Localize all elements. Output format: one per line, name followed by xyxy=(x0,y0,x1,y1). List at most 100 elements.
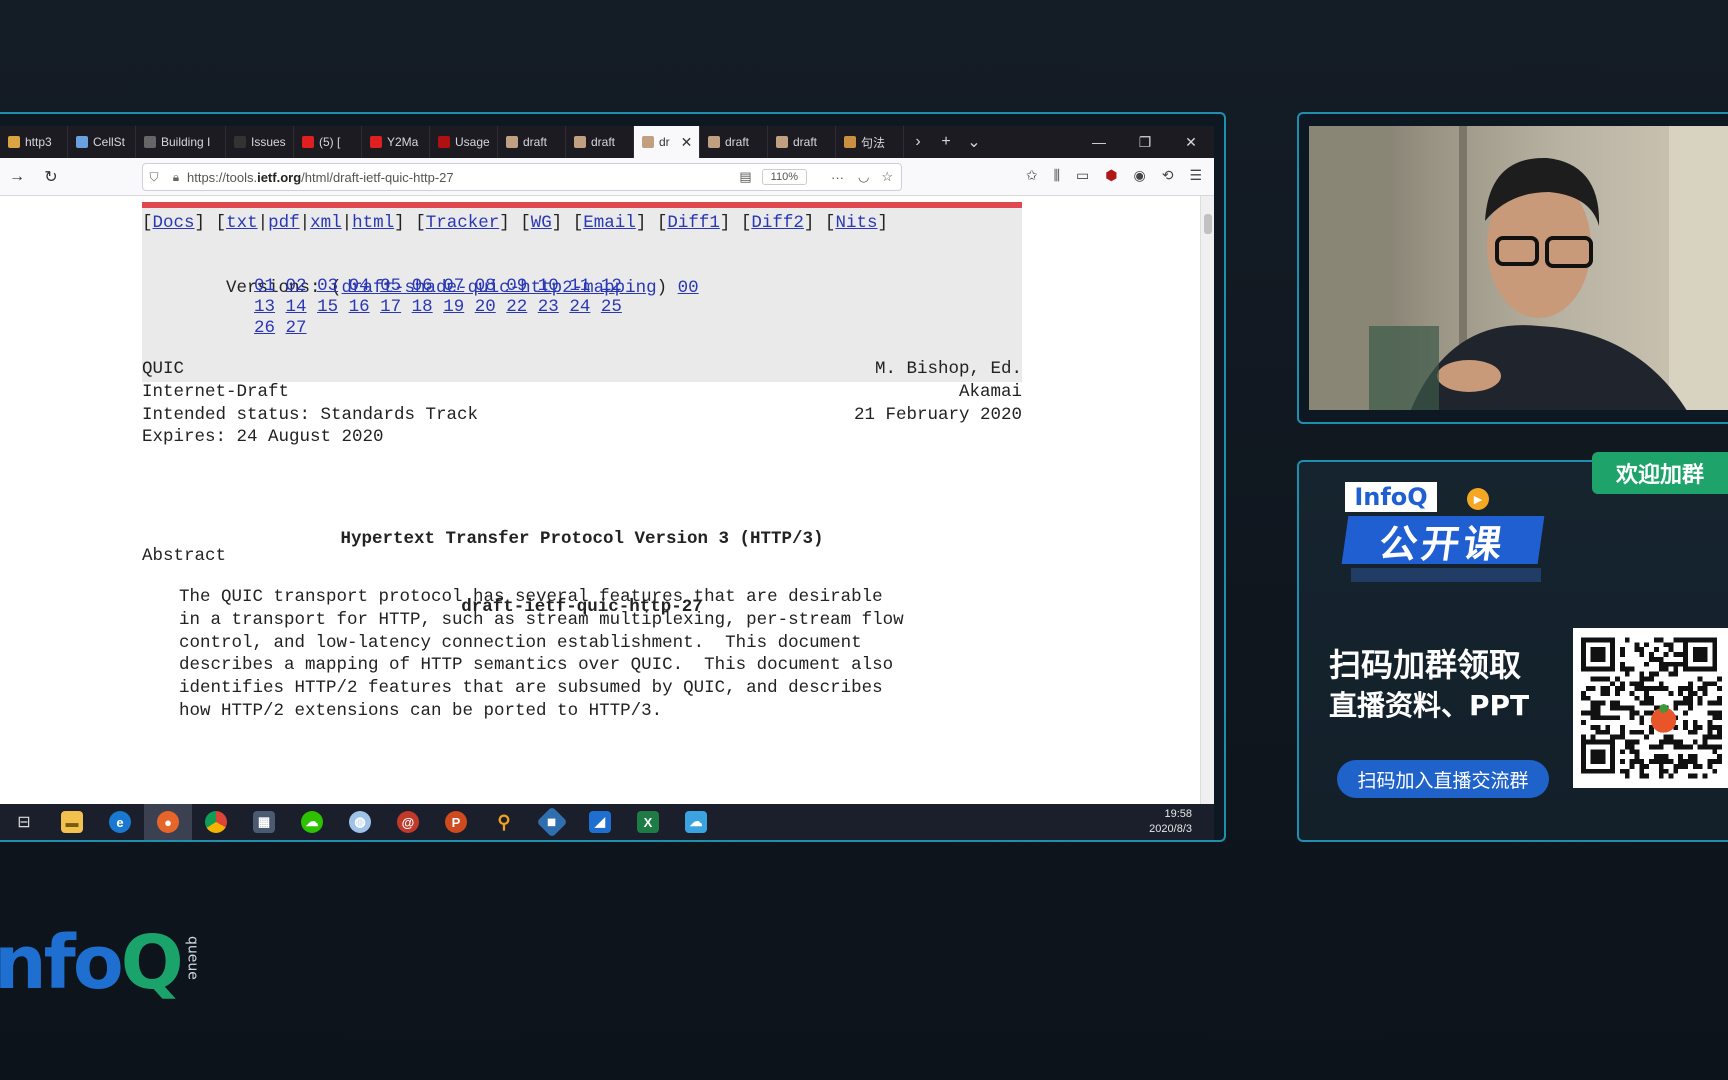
extension-icon[interactable]: ⟲ xyxy=(1162,167,1174,184)
version-link[interactable]: 01 xyxy=(254,276,275,296)
address-bar[interactable]: ⛉ 🔒︎ https://tools.ietf.org/html/draft-i… xyxy=(142,163,902,191)
search-app-icon[interactable]: ⚲ xyxy=(480,804,528,840)
wechat-icon[interactable]: ☁ xyxy=(288,804,336,840)
version-link[interactable]: 02 xyxy=(286,276,307,296)
browser-tab[interactable]: CellSt xyxy=(68,126,136,158)
browser-tab[interactable]: http3 xyxy=(0,126,68,158)
promo-line-2: 直播资料、PPT xyxy=(1329,689,1530,722)
doc-link-diff1[interactable]: Diff1 xyxy=(667,213,720,233)
shield-icon[interactable]: ⛉ xyxy=(143,170,165,185)
minimize-button[interactable]: — xyxy=(1076,126,1122,158)
version-link[interactable]: 17 xyxy=(380,297,401,317)
browser-tab[interactable]: (5) [ xyxy=(294,126,362,158)
tab-close-icon[interactable]: ✕ xyxy=(681,134,693,151)
version-link[interactable]: 14 xyxy=(286,297,307,317)
chrome-icon[interactable] xyxy=(192,804,240,840)
version-link[interactable]: 22 xyxy=(506,297,527,317)
version-link[interactable]: 11 xyxy=(569,276,590,296)
doc-link-docs[interactable]: Docs xyxy=(153,213,195,233)
abstract-line: in a transport for HTTP, such as stream … xyxy=(179,609,904,630)
promo-panel: 欢迎加群 InfoQ ▶ 公开课 扫码加群领取 直播资料、PPT 扫码加入直播交… xyxy=(1297,452,1728,842)
forward-button[interactable]: → xyxy=(0,168,34,186)
version-link[interactable]: 10 xyxy=(538,276,559,296)
account-icon[interactable]: ◉ xyxy=(1133,167,1145,184)
firefox-icon[interactable]: ● xyxy=(144,804,192,840)
version-link[interactable]: 19 xyxy=(443,297,464,317)
version-link[interactable]: 04 xyxy=(349,276,370,296)
doc-link-nits[interactable]: Nits xyxy=(835,213,877,233)
snail-app-icon[interactable]: @ xyxy=(384,804,432,840)
doc-link-wg[interactable]: WG xyxy=(531,213,552,233)
qr-code[interactable] xyxy=(1573,628,1728,788)
doc-link-html[interactable]: html xyxy=(352,213,394,233)
new-tab-button[interactable]: + xyxy=(932,133,960,151)
version-link[interactable]: 15 xyxy=(317,297,338,317)
screen-share-frame: http3 CellSt Building I Issues (5) [Y2Ma Usag… xyxy=(0,112,1226,842)
tab-scroll-right-icon[interactable]: › xyxy=(904,133,932,151)
version-link[interactable]: 20 xyxy=(475,297,496,317)
git-app-icon[interactable]: ◆ xyxy=(528,804,576,840)
doc-link-pdf[interactable]: pdf xyxy=(268,213,300,233)
version-link[interactable]: 12 xyxy=(601,276,622,296)
browser-tab[interactable]: Y2Ma xyxy=(362,126,430,158)
browser-tab[interactable]: draft xyxy=(700,126,768,158)
doc-link-xml[interactable]: xml xyxy=(310,213,342,233)
version-link[interactable]: 16 xyxy=(349,297,370,317)
file-explorer-icon[interactable]: ▬ xyxy=(48,804,96,840)
version-link[interactable]: 00 xyxy=(678,278,699,298)
browser-tab[interactable]: Usage xyxy=(430,126,498,158)
reader-view-icon[interactable]: ▤ xyxy=(739,169,751,185)
reload-button[interactable]: ↻ xyxy=(34,167,68,187)
browser-tab[interactable]: draft xyxy=(566,126,634,158)
tab-list-icon[interactable]: ⌄ xyxy=(960,132,988,152)
close-window-button[interactable]: ✕ xyxy=(1168,126,1214,158)
version-link[interactable]: 03 xyxy=(317,276,338,296)
version-link[interactable]: 09 xyxy=(506,276,527,296)
version-link[interactable]: 27 xyxy=(286,318,307,338)
version-link[interactable]: 07 xyxy=(443,276,464,296)
scrollbar[interactable] xyxy=(1200,196,1214,804)
version-link[interactable]: 23 xyxy=(538,297,559,317)
join-group-button[interactable]: 扫码加入直播交流群 xyxy=(1337,760,1549,798)
restore-button[interactable]: ❐ xyxy=(1122,126,1168,158)
scrollbar-thumb[interactable] xyxy=(1204,214,1212,234)
abstract-heading: Abstract xyxy=(142,546,227,566)
browser-tab[interactable]: 句法 xyxy=(836,126,904,158)
pocket-icon[interactable]: ◡ xyxy=(858,169,869,185)
ublock-icon[interactable]: ⬢ xyxy=(1105,167,1117,184)
doc-link-txt[interactable]: txt xyxy=(226,213,258,233)
system-clock[interactable]: 19:58 2020/8/3 xyxy=(1149,807,1192,837)
browser-tab[interactable]: Issues xyxy=(226,126,294,158)
browser-tab[interactable]: draft xyxy=(768,126,836,158)
browser-tab[interactable]: Building I xyxy=(136,126,226,158)
menu-icon[interactable]: ☰ xyxy=(1189,167,1202,184)
globe-app-icon[interactable]: ◍ xyxy=(336,804,384,840)
version-link[interactable]: 06 xyxy=(412,276,433,296)
bookmark-star-icon[interactable]: ☆ xyxy=(881,169,893,185)
edge-icon[interactable]: e xyxy=(96,804,144,840)
version-link[interactable]: 25 xyxy=(601,297,622,317)
version-link[interactable]: 18 xyxy=(412,297,433,317)
calculator-icon[interactable]: ▦ xyxy=(240,804,288,840)
version-link[interactable]: 05 xyxy=(380,276,401,296)
doc-link-diff2[interactable]: Diff2 xyxy=(751,213,804,233)
version-link[interactable]: 26 xyxy=(254,318,275,338)
page-actions-icon[interactable]: ··· xyxy=(831,170,844,185)
powerpoint-icon[interactable]: P xyxy=(432,804,480,840)
sidebar-icon[interactable]: ▭ xyxy=(1076,167,1089,184)
browser-tab[interactable]: draft xyxy=(498,126,566,158)
doc-link-tracker[interactable]: Tracker xyxy=(426,213,500,233)
library-icon[interactable]: ⫼ xyxy=(1054,167,1060,184)
lock-icon[interactable]: 🔒︎ xyxy=(165,170,187,185)
version-link[interactable]: 08 xyxy=(475,276,496,296)
doc-link-email[interactable]: Email xyxy=(583,213,636,233)
version-link[interactable]: 24 xyxy=(569,297,590,317)
zoom-level[interactable]: 110% xyxy=(761,169,807,185)
task-view-icon[interactable]: ⊟ xyxy=(0,804,48,840)
bookmarks-icon[interactable]: ✩ xyxy=(1026,167,1038,184)
spreadsheet-icon[interactable]: X xyxy=(624,804,672,840)
version-link[interactable]: 13 xyxy=(254,297,275,317)
browser-tab[interactable]: dr ✕ xyxy=(634,126,700,158)
cloud-app-icon[interactable]: ☁ xyxy=(672,804,720,840)
shark-app-icon[interactable]: ◢ xyxy=(576,804,624,840)
